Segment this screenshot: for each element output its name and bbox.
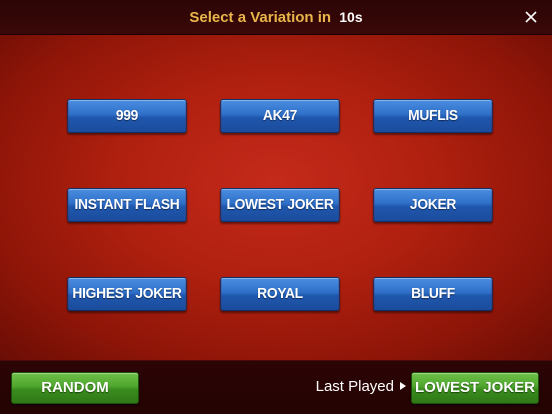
variation-grid: 999 AK47 MUFLIS INSTANT FLASH LOWEST JOK…: [0, 35, 552, 360]
countdown-timer: 10s: [339, 9, 363, 25]
dialog-header: Select a Variation in 10s: [0, 0, 552, 35]
play-arrow-icon: [400, 382, 406, 391]
dialog-footer: RANDOM Last Played LOWEST JOKER: [0, 360, 552, 414]
variation-button-joker[interactable]: JOKER: [373, 188, 493, 222]
variation-button-ak47[interactable]: AK47: [220, 99, 340, 133]
last-played-label: Last Played: [300, 372, 406, 402]
variation-button-muflis[interactable]: MUFLIS: [373, 99, 493, 133]
variation-button-bluff[interactable]: BLUFF: [373, 277, 493, 311]
variation-button-royal[interactable]: ROYAL: [220, 277, 340, 311]
close-icon: [525, 11, 537, 23]
last-played-text: Last Played: [315, 378, 394, 395]
variation-button-instant-flash[interactable]: INSTANT FLASH: [67, 188, 187, 222]
variation-button-highest-joker[interactable]: HIGHEST JOKER: [67, 277, 187, 311]
variation-button-lowest-joker[interactable]: LOWEST JOKER: [220, 188, 340, 222]
variation-dialog: Select a Variation in 10s 999 AK47 MUFLI…: [0, 0, 552, 414]
close-button[interactable]: [520, 6, 542, 28]
title-text: Select a Variation in: [189, 9, 332, 26]
random-button[interactable]: RANDOM: [11, 372, 139, 404]
dialog-title: Select a Variation in 10s: [0, 0, 552, 34]
variation-button-999[interactable]: 999: [67, 99, 187, 133]
last-played-button[interactable]: LOWEST JOKER: [411, 372, 539, 404]
